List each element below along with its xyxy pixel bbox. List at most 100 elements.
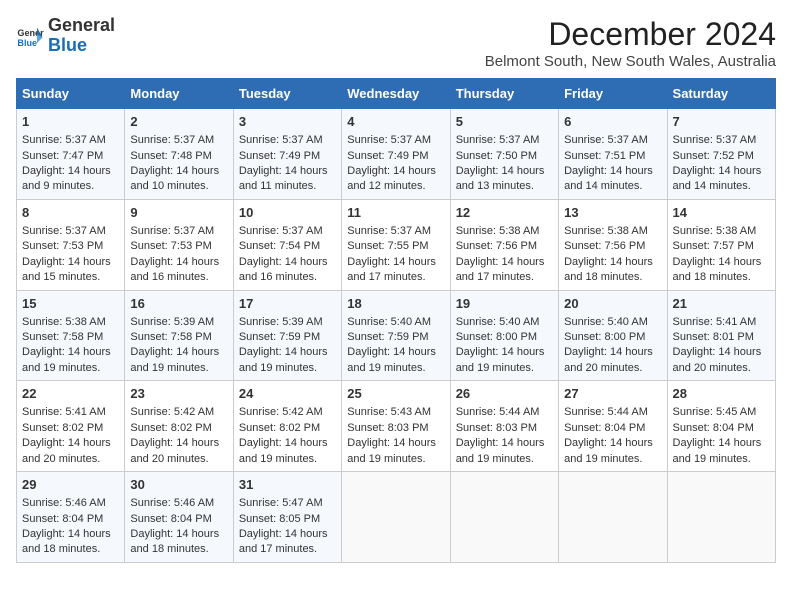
- month-year-title: December 2024: [485, 16, 776, 53]
- calendar-cell: 27Sunrise: 5:44 AMSunset: 8:04 PMDayligh…: [559, 381, 667, 472]
- sunrise-text: Sunrise: 5:37 AM: [130, 134, 214, 146]
- week-row-2: 8Sunrise: 5:37 AMSunset: 7:53 PMDaylight…: [17, 199, 776, 290]
- sunrise-text: Sunrise: 5:37 AM: [673, 134, 757, 146]
- sunset-text: Sunset: 7:58 PM: [130, 331, 211, 343]
- sunset-text: Sunset: 8:00 PM: [564, 331, 645, 343]
- day-header-monday: Monday: [125, 79, 233, 109]
- calendar-cell: 30Sunrise: 5:46 AMSunset: 8:04 PMDayligh…: [125, 472, 233, 563]
- sunset-text: Sunset: 7:57 PM: [673, 240, 754, 252]
- daylight-label: Daylight: 14 hours: [239, 346, 328, 358]
- calendar-cell: 1Sunrise: 5:37 AMSunset: 7:47 PMDaylight…: [17, 109, 125, 200]
- calendar-cell: 4Sunrise: 5:37 AMSunset: 7:49 PMDaylight…: [342, 109, 450, 200]
- calendar-cell: [450, 472, 558, 563]
- day-number: 28: [673, 385, 770, 403]
- sunrise-text: Sunrise: 5:46 AM: [130, 497, 214, 509]
- calendar-cell: 5Sunrise: 5:37 AMSunset: 7:50 PMDaylight…: [450, 109, 558, 200]
- calendar-cell: 11Sunrise: 5:37 AMSunset: 7:55 PMDayligh…: [342, 199, 450, 290]
- daylight-label: Daylight: 14 hours: [456, 346, 545, 358]
- daylight-minutes: and 14 minutes.: [673, 180, 751, 192]
- sunset-text: Sunset: 7:51 PM: [564, 150, 645, 162]
- sunset-text: Sunset: 8:05 PM: [239, 513, 320, 525]
- daylight-label: Daylight: 14 hours: [130, 528, 219, 540]
- calendar-cell: 26Sunrise: 5:44 AMSunset: 8:03 PMDayligh…: [450, 381, 558, 472]
- daylight-minutes: and 17 minutes.: [347, 271, 425, 283]
- daylight-minutes: and 18 minutes.: [130, 543, 208, 555]
- sunrise-text: Sunrise: 5:42 AM: [130, 406, 214, 418]
- sunrise-text: Sunrise: 5:37 AM: [130, 225, 214, 237]
- day-number: 27: [564, 385, 661, 403]
- daylight-minutes: and 19 minutes.: [564, 453, 642, 465]
- day-number: 21: [673, 295, 770, 313]
- sunset-text: Sunset: 7:53 PM: [130, 240, 211, 252]
- day-number: 6: [564, 113, 661, 131]
- calendar-cell: 13Sunrise: 5:38 AMSunset: 7:56 PMDayligh…: [559, 199, 667, 290]
- day-number: 29: [22, 476, 119, 494]
- daylight-minutes: and 19 minutes.: [673, 453, 751, 465]
- sunset-text: Sunset: 7:56 PM: [456, 240, 537, 252]
- daylight-label: Daylight: 14 hours: [239, 165, 328, 177]
- daylight-minutes: and 20 minutes.: [564, 362, 642, 374]
- daylight-minutes: and 20 minutes.: [130, 453, 208, 465]
- calendar-cell: 8Sunrise: 5:37 AMSunset: 7:53 PMDaylight…: [17, 199, 125, 290]
- daylight-minutes: and 14 minutes.: [564, 180, 642, 192]
- sunset-text: Sunset: 7:49 PM: [239, 150, 320, 162]
- sunrise-text: Sunrise: 5:37 AM: [347, 225, 431, 237]
- day-number: 5: [456, 113, 553, 131]
- daylight-label: Daylight: 14 hours: [347, 346, 436, 358]
- calendar-cell: 9Sunrise: 5:37 AMSunset: 7:53 PMDaylight…: [125, 199, 233, 290]
- daylight-label: Daylight: 14 hours: [456, 256, 545, 268]
- sunset-text: Sunset: 7:59 PM: [239, 331, 320, 343]
- daylight-label: Daylight: 14 hours: [673, 437, 762, 449]
- calendar-cell: 31Sunrise: 5:47 AMSunset: 8:05 PMDayligh…: [233, 472, 341, 563]
- day-header-tuesday: Tuesday: [233, 79, 341, 109]
- daylight-minutes: and 17 minutes.: [239, 543, 317, 555]
- sunrise-text: Sunrise: 5:47 AM: [239, 497, 323, 509]
- daylight-label: Daylight: 14 hours: [673, 165, 762, 177]
- sunrise-text: Sunrise: 5:38 AM: [22, 316, 106, 328]
- daylight-label: Daylight: 14 hours: [130, 256, 219, 268]
- daylight-minutes: and 19 minutes.: [130, 362, 208, 374]
- day-number: 15: [22, 295, 119, 313]
- page-header: General Blue General Blue December 2024 …: [16, 16, 776, 70]
- logo-text: General Blue: [48, 16, 115, 56]
- daylight-label: Daylight: 14 hours: [673, 256, 762, 268]
- sunrise-text: Sunrise: 5:40 AM: [564, 316, 648, 328]
- daylight-minutes: and 19 minutes.: [456, 453, 534, 465]
- sunrise-text: Sunrise: 5:39 AM: [239, 316, 323, 328]
- daylight-label: Daylight: 14 hours: [22, 528, 111, 540]
- sunset-text: Sunset: 7:53 PM: [22, 240, 103, 252]
- sunset-text: Sunset: 7:48 PM: [130, 150, 211, 162]
- day-number: 26: [456, 385, 553, 403]
- calendar-cell: 7Sunrise: 5:37 AMSunset: 7:52 PMDaylight…: [667, 109, 775, 200]
- sunrise-text: Sunrise: 5:44 AM: [456, 406, 540, 418]
- sunset-text: Sunset: 8:00 PM: [456, 331, 537, 343]
- daylight-minutes: and 19 minutes.: [347, 362, 425, 374]
- daylight-label: Daylight: 14 hours: [22, 165, 111, 177]
- daylight-minutes: and 16 minutes.: [239, 271, 317, 283]
- week-row-4: 22Sunrise: 5:41 AMSunset: 8:02 PMDayligh…: [17, 381, 776, 472]
- day-header-wednesday: Wednesday: [342, 79, 450, 109]
- daylight-label: Daylight: 14 hours: [130, 437, 219, 449]
- day-number: 22: [22, 385, 119, 403]
- daylight-minutes: and 11 minutes.: [239, 180, 316, 192]
- sunrise-text: Sunrise: 5:41 AM: [673, 316, 757, 328]
- calendar-cell: 28Sunrise: 5:45 AMSunset: 8:04 PMDayligh…: [667, 381, 775, 472]
- day-header-saturday: Saturday: [667, 79, 775, 109]
- sunrise-text: Sunrise: 5:38 AM: [456, 225, 540, 237]
- sunset-text: Sunset: 8:04 PM: [22, 513, 103, 525]
- day-number: 19: [456, 295, 553, 313]
- calendar-cell: [559, 472, 667, 563]
- sunrise-text: Sunrise: 5:37 AM: [347, 134, 431, 146]
- day-number: 13: [564, 204, 661, 222]
- sunrise-text: Sunrise: 5:37 AM: [239, 134, 323, 146]
- day-number: 16: [130, 295, 227, 313]
- daylight-minutes: and 20 minutes.: [673, 362, 751, 374]
- daylight-minutes: and 19 minutes.: [347, 453, 425, 465]
- sunset-text: Sunset: 8:02 PM: [22, 422, 103, 434]
- sunset-text: Sunset: 8:02 PM: [239, 422, 320, 434]
- daylight-minutes: and 9 minutes.: [22, 180, 94, 192]
- daylight-minutes: and 19 minutes.: [239, 362, 317, 374]
- sunrise-text: Sunrise: 5:37 AM: [456, 134, 540, 146]
- calendar-cell: 22Sunrise: 5:41 AMSunset: 8:02 PMDayligh…: [17, 381, 125, 472]
- calendar-cell: [667, 472, 775, 563]
